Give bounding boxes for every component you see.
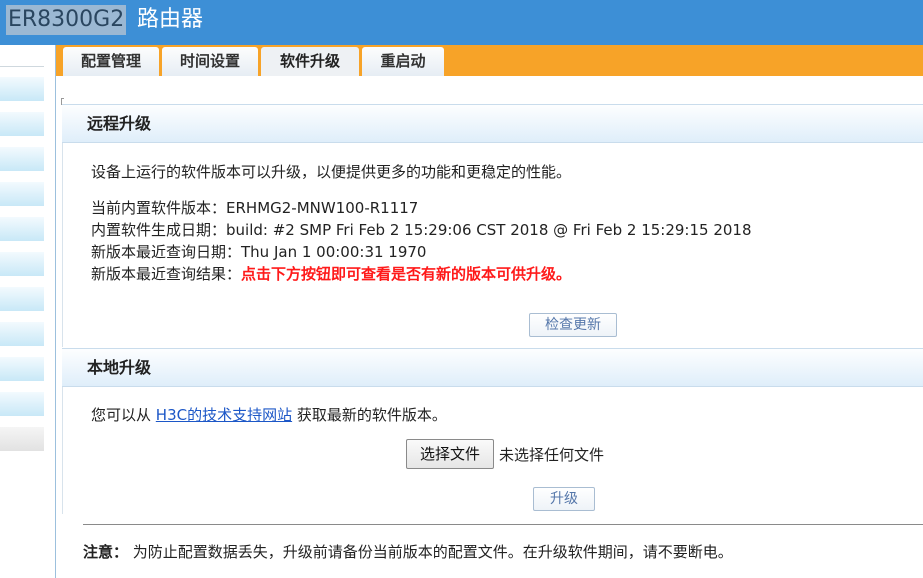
- upgrade-button[interactable]: 升级: [533, 487, 595, 511]
- local-source-text: 您可以从 H3C的技术支持网站 获取最新的软件版本。: [91, 404, 447, 425]
- sidebar-item[interactable]: [0, 287, 44, 311]
- sidebar-item[interactable]: [0, 252, 44, 276]
- last-check-date-row: 新版本最近查询日期：Thu Jan 1 00:00:31 1970: [91, 241, 426, 262]
- sidebar-item[interactable]: [0, 217, 44, 241]
- tab-config-management[interactable]: 配置管理: [63, 47, 159, 76]
- last-check-result-label: 新版本最近查询结果：: [91, 265, 242, 283]
- software-version-row: 当前内置软件版本：ERHMG2-MNW100-R1117: [91, 197, 418, 218]
- sidebar-divider: [0, 66, 44, 67]
- note-divider: [83, 524, 923, 525]
- check-update-button[interactable]: 检查更新: [529, 313, 617, 337]
- build-date-label: 内置软件生成日期：: [91, 221, 227, 239]
- last-check-date-value: Thu Jan 1 00:00:31 1970: [241, 243, 427, 261]
- software-version-value: ERHMG2-MNW100-R1117: [226, 199, 419, 217]
- device-type-label: 路由器: [137, 7, 204, 32]
- note-label: 注意：: [83, 543, 129, 561]
- sidebar-border: [55, 45, 56, 578]
- last-check-result-value: 点击下方按钮即可查看是否有新的版本可供升级。: [241, 265, 572, 283]
- last-check-result-row: 新版本最近查询结果：点击下方按钮即可查看是否有新的版本可供升级。: [91, 263, 571, 284]
- tab-reboot[interactable]: 重启动: [362, 47, 444, 76]
- choose-file-button[interactable]: 选择文件: [406, 439, 494, 469]
- tab-bar: 配置管理 时间设置 软件升级 重启动: [56, 45, 923, 76]
- build-date-row: 内置软件生成日期：build: #2 SMP Fri Feb 2 15:29:0…: [91, 219, 752, 240]
- note-text: 为防止配置数据丢失，升级前请备份当前版本的配置文件。在升级软件期间，请不要断电。: [132, 543, 733, 561]
- last-check-date-label: 新版本最近查询日期：: [91, 243, 242, 261]
- remote-intro-text: 设备上运行的软件版本可以升级，以便提供更多的功能和更稳定的性能。: [91, 163, 572, 181]
- tab-software-upgrade[interactable]: 软件升级: [261, 47, 359, 76]
- remote-upgrade-header: 远程升级: [62, 104, 923, 143]
- local-source-suffix: 获取最新的软件版本。: [296, 406, 447, 424]
- title-bar: ER8300G2 路由器: [0, 0, 923, 45]
- software-version-label: 当前内置软件版本：: [91, 199, 227, 217]
- remote-upgrade-title: 远程升级: [87, 114, 152, 133]
- sidebar-item[interactable]: [0, 182, 44, 206]
- sidebar-item[interactable]: [0, 147, 44, 171]
- sidebar-item[interactable]: [0, 77, 44, 101]
- tab-time-settings[interactable]: 时间设置: [162, 47, 258, 76]
- local-upgrade-header: 本地升级: [62, 348, 923, 387]
- device-model: ER8300G2: [6, 5, 127, 35]
- local-upgrade-title: 本地升级: [87, 358, 152, 377]
- sidebar-item-disabled: [0, 427, 44, 451]
- sidebar-item[interactable]: [0, 392, 44, 416]
- h3c-support-link[interactable]: H3C的技术支持网站: [156, 406, 292, 424]
- upgrade-note: 注意： 为防止配置数据丢失，升级前请备份当前版本的配置文件。在升级软件期间，请不…: [83, 541, 733, 562]
- sidebar-item[interactable]: [0, 112, 44, 136]
- sidebar-item[interactable]: [0, 357, 44, 381]
- build-date-value: build: #2 SMP Fri Feb 2 15:29:06 CST 201…: [226, 221, 752, 239]
- no-file-selected-text: 未选择任何文件: [499, 446, 605, 464]
- local-source-prefix: 您可以从: [91, 406, 152, 424]
- sidebar-item[interactable]: [0, 322, 44, 346]
